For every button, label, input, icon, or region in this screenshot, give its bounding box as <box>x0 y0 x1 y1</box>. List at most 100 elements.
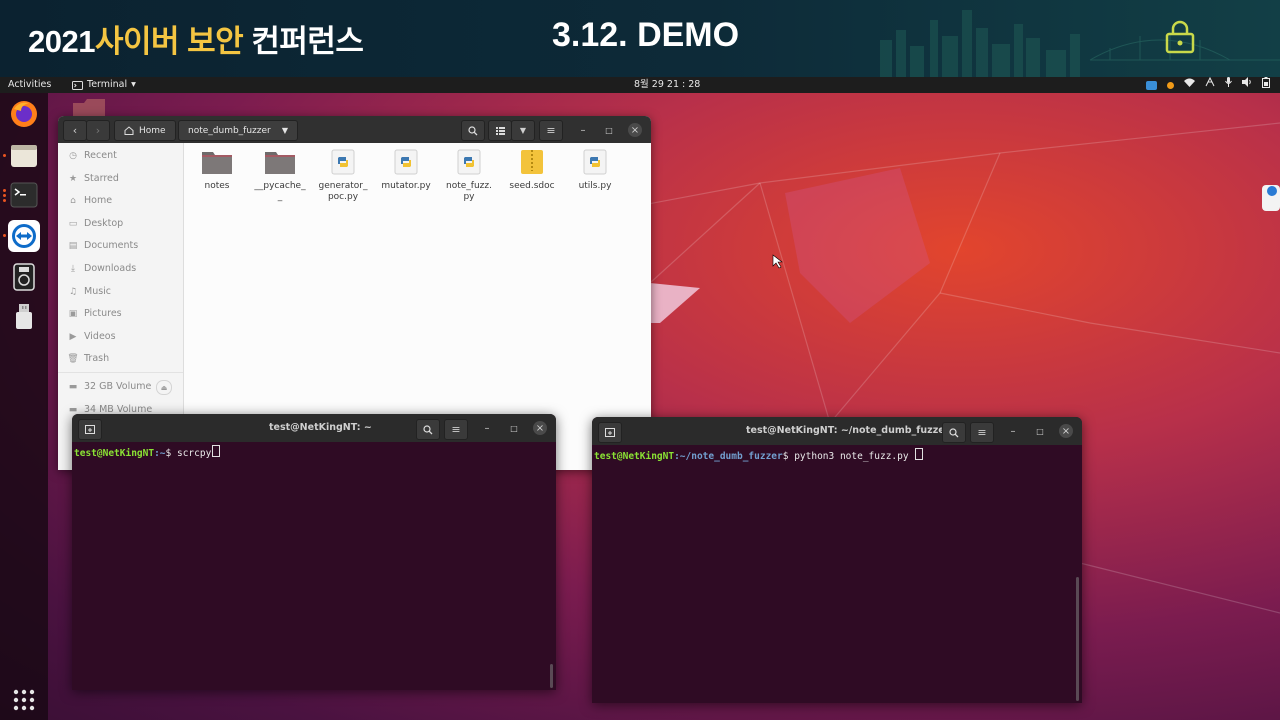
hamburger-icon: ≡ <box>451 423 461 436</box>
maximize-button[interactable]: □ <box>507 421 521 435</box>
terminal-icon[interactable] <box>8 179 40 211</box>
terminal-title: test@NetKingNT: ~ <box>269 422 372 433</box>
file-name: mutator.py <box>381 181 431 191</box>
terminal-output[interactable]: test@NetKingNT:~/note_dumb_fuzzer$ pytho… <box>592 445 1082 703</box>
file-item[interactable]: generator_ poc.py <box>313 149 373 203</box>
search-button[interactable] <box>461 120 485 141</box>
sidebar-item-recent[interactable]: ◷ Recent <box>68 150 117 161</box>
forward-button[interactable]: › <box>86 120 110 141</box>
chevron-down-icon: ▼ <box>281 126 288 135</box>
hamburger-menu-button[interactable]: ≡ <box>970 422 994 443</box>
system-tray <box>1146 76 1270 94</box>
sidebar-item-label: Home <box>84 195 113 206</box>
sidebar-item-label: Desktop <box>84 218 124 229</box>
home-icon: ⌂ <box>70 195 76 206</box>
search-button[interactable] <box>416 419 440 440</box>
file-item[interactable]: mutator.py <box>376 149 436 192</box>
teamviewer-icon[interactable] <box>8 220 40 252</box>
app-menu[interactable]: Terminal ▾ <box>72 77 136 93</box>
view-list-button[interactable] <box>488 120 512 141</box>
padlock-icon <box>1165 20 1195 54</box>
view-options-button[interactable]: ▼ <box>511 120 535 141</box>
chevron-right-icon: › <box>95 124 101 137</box>
sidebar-item-music[interactable]: ♫ Music <box>68 286 111 297</box>
usb-drive-icon[interactable] <box>8 301 40 333</box>
new-tab-button[interactable] <box>78 419 102 440</box>
minimize-button[interactable]: – <box>1006 424 1020 438</box>
maximize-button[interactable]: □ <box>602 123 616 137</box>
star-icon: ★ <box>68 173 78 184</box>
sidebar-item-downloads[interactable]: ⤓ Downloads <box>68 263 136 274</box>
breadcrumb-home[interactable]: Home <box>114 120 176 141</box>
activities-button[interactable]: Activities <box>8 77 51 93</box>
scrollbar[interactable] <box>1076 577 1079 701</box>
python-file-icon <box>583 149 607 175</box>
microphone-icon[interactable] <box>1225 77 1232 93</box>
sidebar-item-desktop[interactable]: ▭ Desktop <box>68 218 123 229</box>
trash-icon: 🗑 <box>67 353 79 364</box>
sidebar-item-label: Recent <box>84 150 117 161</box>
conference-title: 2021사이버 보안 컨퍼런스 <box>28 24 364 59</box>
file-item[interactable]: seed.sdoc <box>502 149 562 192</box>
sidebar-item-volume-32gb[interactable]: ▬ 32 GB Volume <box>68 381 152 392</box>
wifi-icon[interactable] <box>1184 77 1195 93</box>
back-button[interactable]: ‹ <box>63 120 87 141</box>
sidebar-item-label: Music <box>84 286 112 297</box>
volume-icon[interactable] <box>1242 77 1252 93</box>
hamburger-menu-button[interactable]: ≡ <box>539 120 563 141</box>
show-applications-icon[interactable] <box>8 684 40 716</box>
maximize-button[interactable]: □ <box>1033 424 1047 438</box>
firefox-icon[interactable] <box>8 98 40 130</box>
session-title: 3.12. DEMO <box>552 16 740 54</box>
terminal-window-home: test@NetKingNT: ~ ≡ – □ × test@NetKingNT… <box>72 414 556 690</box>
eject-button[interactable]: ⏏ <box>156 380 172 395</box>
sidebar-item-trash[interactable]: 🗑 Trash <box>67 353 110 364</box>
network-icon[interactable] <box>1205 76 1215 93</box>
hamburger-menu-button[interactable]: ≡ <box>444 419 468 440</box>
close-button[interactable]: × <box>1059 424 1073 438</box>
battery-icon[interactable] <box>1262 76 1270 94</box>
teamviewer-tray-icon[interactable] <box>1146 80 1157 90</box>
folder-icon <box>265 152 295 174</box>
terminal-small-icon <box>72 80 83 90</box>
eject-icon: ⏏ <box>160 383 168 392</box>
breadcrumb-current-label: note_dumb_fuzzer <box>188 125 271 136</box>
new-tab-icon <box>85 425 95 434</box>
terminal-output[interactable]: test@NetKingNT:~$ scrcpy <box>72 442 556 690</box>
sidebar-item-pictures[interactable]: ▣ Pictures <box>68 308 122 319</box>
file-item[interactable]: __pycache_ _ <box>250 149 310 203</box>
minimize-button[interactable]: – <box>576 123 590 137</box>
file-item[interactable]: utils.py <box>565 149 625 192</box>
running-indicator <box>3 194 6 197</box>
media-player-icon[interactable] <box>8 261 40 293</box>
close-button[interactable]: × <box>533 421 547 435</box>
clock[interactable]: 8월 29 21 : 28 <box>634 77 700 93</box>
scrollbar[interactable] <box>550 664 553 688</box>
new-tab-button[interactable] <box>598 422 622 443</box>
breadcrumb-current[interactable]: note_dumb_fuzzer ▼ <box>178 120 298 141</box>
archive-file-icon <box>521 150 543 174</box>
close-button[interactable]: × <box>628 123 642 137</box>
file-item[interactable]: notes <box>187 149 247 192</box>
download-icon: ⤓ <box>71 263 75 274</box>
sidebar-item-home[interactable]: ⌂ Home <box>68 195 112 206</box>
sidebar-item-label: Trash <box>84 353 110 364</box>
minimize-button[interactable]: – <box>480 421 494 435</box>
minimize-icon: – <box>1010 425 1016 437</box>
prompt-path: :~ <box>154 448 166 459</box>
sidebar-item-starred[interactable]: ★ Starred <box>68 173 119 184</box>
close-icon: × <box>630 124 640 136</box>
status-dot-icon[interactable] <box>1167 81 1174 89</box>
prompt-user: test@NetKingNT <box>594 451 675 462</box>
sidebar-item-documents[interactable]: ▤ Documents <box>68 240 138 251</box>
maximize-icon: □ <box>510 423 518 433</box>
file-item[interactable]: note_fuzz. py <box>439 149 499 203</box>
search-button[interactable] <box>942 422 966 443</box>
sidebar-item-videos[interactable]: ▶ Videos <box>68 331 116 342</box>
search-icon <box>949 427 959 437</box>
text-cursor <box>915 448 924 460</box>
clock-icon: ◷ <box>69 150 77 161</box>
files-icon[interactable] <box>8 139 40 171</box>
minimize-icon: – <box>484 422 490 434</box>
terminal-window-fuzzer: test@NetKingNT: ~/note_dumb_fuzzer ≡ – □… <box>592 417 1082 703</box>
